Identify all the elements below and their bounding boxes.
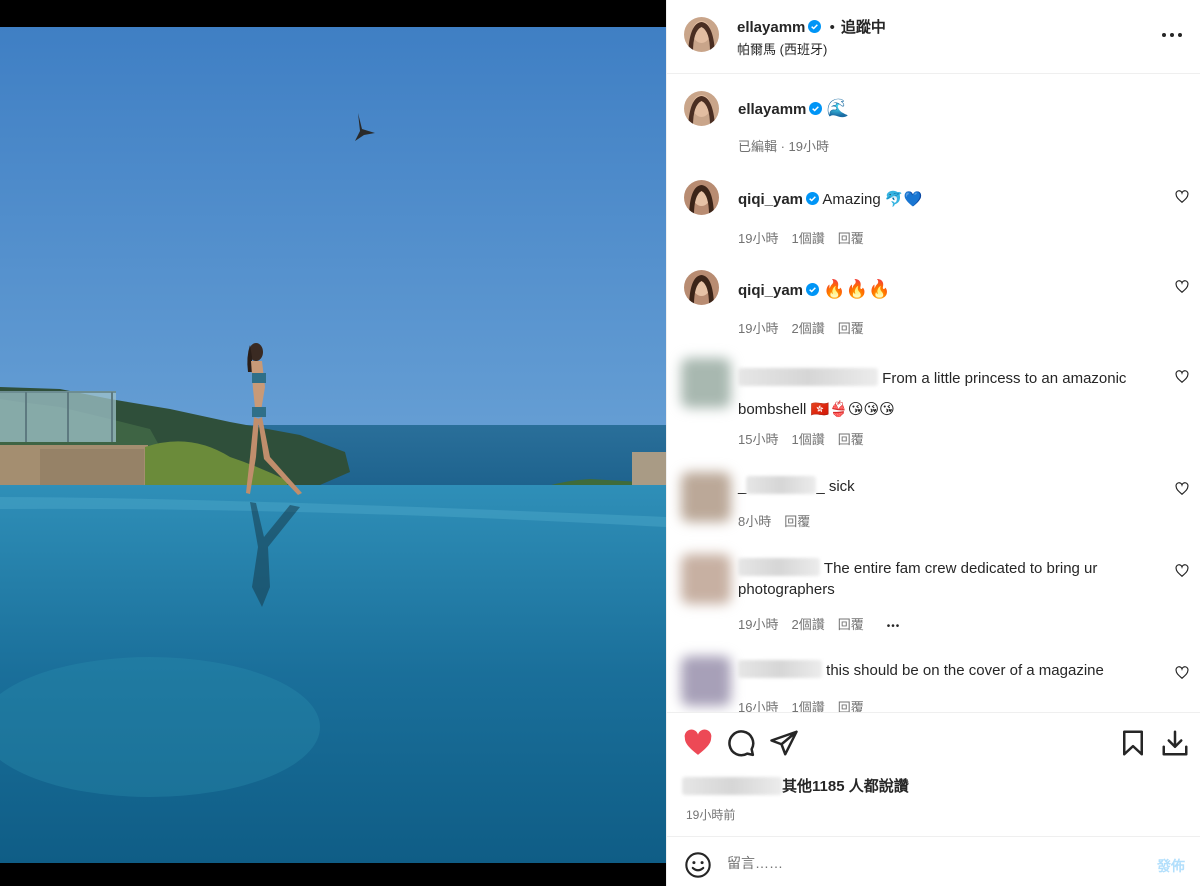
redacted-liker-name	[682, 777, 782, 795]
verified-badge-icon	[808, 20, 822, 33]
comment-username[interactable]: _	[738, 478, 746, 495]
comment-username[interactable]: qiqi_yam	[738, 282, 803, 299]
caption-username[interactable]: ellayamm	[738, 101, 806, 118]
comment-time: 19小時	[738, 617, 779, 632]
verified-badge-icon	[806, 192, 820, 205]
header-separator: •	[829, 19, 835, 36]
comment-meta: 19小時 2個讚 回覆 •••	[738, 614, 913, 633]
action-bar: 其他1185 人都說讚 19小時前	[667, 712, 1200, 836]
comment-meta: 19小時 1個讚 回覆	[738, 228, 877, 247]
redacted-username	[738, 558, 820, 576]
comment-text-line: qiqi_yam 🔥🔥🔥	[738, 279, 1158, 301]
reply-button[interactable]: 回覆	[838, 617, 864, 632]
comment-composer: 發佈	[667, 836, 1200, 886]
like-comment-heart-icon[interactable]	[1175, 564, 1189, 578]
instagram-post-view: ellayamm • 追蹤中 帕爾馬 (西班牙) ellayamm 🌊 已編輯 …	[0, 0, 1200, 886]
post-timestamp[interactable]: 19小時前	[686, 806, 735, 823]
reply-button[interactable]: 回覆	[838, 231, 864, 246]
comment-time: 16小時	[738, 700, 779, 712]
post-details-panel: ellayamm • 追蹤中 帕爾馬 (西班牙) ellayamm 🌊 已編輯 …	[666, 0, 1200, 886]
emoji-picker-icon[interactable]	[684, 851, 712, 879]
like-comment-heart-icon[interactable]	[1175, 666, 1189, 680]
redacted-username	[738, 660, 822, 678]
commenter-avatar-blurred[interactable]	[681, 656, 731, 706]
post-header: ellayamm • 追蹤中 帕爾馬 (西班牙)	[667, 0, 1200, 74]
comment-likes[interactable]: 2個讚	[791, 321, 824, 336]
comment-meta: 15小時 1個讚 回覆	[738, 429, 877, 448]
comment-likes[interactable]: 1個讚	[791, 231, 824, 246]
verified-badge-icon	[809, 102, 823, 115]
commenter-avatar-blurred[interactable]	[681, 472, 731, 522]
commenter-avatar-blurred[interactable]	[681, 554, 731, 604]
download-icon[interactable]	[1160, 728, 1190, 758]
comment-time: 19小時	[738, 231, 779, 246]
post-comment-button[interactable]: 發佈	[1157, 856, 1185, 876]
comment-meta: 19小時 2個讚 回覆	[738, 318, 877, 337]
comment-text-line: The entire fam crew dedicated to bring u…	[738, 558, 1158, 600]
post-photo[interactable]	[0, 27, 666, 863]
like-comment-heart-icon[interactable]	[1175, 482, 1189, 496]
like-comment-heart-icon[interactable]	[1175, 190, 1189, 204]
comment-text: this should be on the cover of a magazin…	[826, 662, 1104, 679]
like-comment-heart-icon[interactable]	[1175, 370, 1189, 384]
following-button[interactable]: 追蹤中	[841, 19, 886, 36]
verified-badge-icon	[806, 283, 820, 296]
comment-username[interactable]: qiqi_yam	[738, 191, 803, 208]
comment-time: 15小時	[738, 432, 779, 447]
author-username[interactable]: ellayamm	[737, 19, 805, 36]
share-icon[interactable]	[769, 728, 799, 758]
reply-button[interactable]: 回覆	[784, 514, 810, 529]
commenter-avatar[interactable]	[684, 270, 719, 305]
like-comment-heart-icon[interactable]	[1175, 280, 1189, 294]
commenter-avatar[interactable]	[684, 180, 719, 215]
likes-count-text: 其他1185 人都說讚	[782, 778, 909, 795]
caption-text: 🌊	[826, 98, 849, 119]
comment-input[interactable]	[727, 849, 1107, 877]
likes-summary[interactable]: 其他1185 人都說讚	[682, 775, 909, 796]
reply-button[interactable]: 回覆	[838, 700, 864, 712]
caption-text-line: ellayamm 🌊	[738, 98, 1158, 120]
caption-meta: 已編輯 · 19小時	[738, 139, 830, 154]
comment-more-options-icon[interactable]: •••	[887, 621, 901, 632]
comment-time: 8小時	[738, 514, 772, 529]
commenter-avatar-blurred[interactable]	[681, 358, 731, 408]
save-bookmark-icon[interactable]	[1118, 728, 1148, 758]
comment-text-line: _ _ sick	[738, 476, 1158, 497]
redacted-username	[738, 368, 878, 386]
more-options-icon[interactable]	[1161, 25, 1183, 45]
comment-likes[interactable]: 2個讚	[791, 617, 824, 632]
author-line: ellayamm • 追蹤中	[737, 16, 886, 37]
comment-likes[interactable]: 1個讚	[791, 700, 824, 712]
comment-text: Amazing 🐬💙	[822, 191, 923, 208]
comment-text-line: qiqi_yam Amazing 🐬💙	[738, 189, 1158, 210]
liked-heart-icon[interactable]	[683, 728, 713, 758]
post-location[interactable]: 帕爾馬 (西班牙)	[737, 39, 827, 58]
comment-icon[interactable]	[726, 728, 756, 758]
comment-text: 🔥🔥🔥	[823, 279, 891, 300]
comment-likes[interactable]: 1個讚	[791, 432, 824, 447]
photo-pane	[0, 0, 666, 886]
comment-meta: 8小時 回覆	[738, 511, 823, 530]
author-avatar[interactable]	[684, 17, 719, 52]
caption-avatar[interactable]	[684, 91, 719, 126]
redacted-username	[746, 476, 817, 494]
comments-list[interactable]: ellayamm 🌊 已編輯 · 19小時 qiqi_yam Amazing 🐬…	[667, 74, 1200, 712]
reply-button[interactable]: 回覆	[838, 321, 864, 336]
comment-text-line: this should be on the cover of a magazin…	[738, 660, 1158, 681]
comment-text-line: From a little princess to an amazonic bo…	[738, 363, 1148, 425]
reply-button[interactable]: 回覆	[838, 432, 864, 447]
comment-time: 19小時	[738, 321, 779, 336]
comment-meta: 16小時 1個讚 回覆	[738, 697, 877, 712]
comment-text: _ sick	[816, 478, 855, 495]
